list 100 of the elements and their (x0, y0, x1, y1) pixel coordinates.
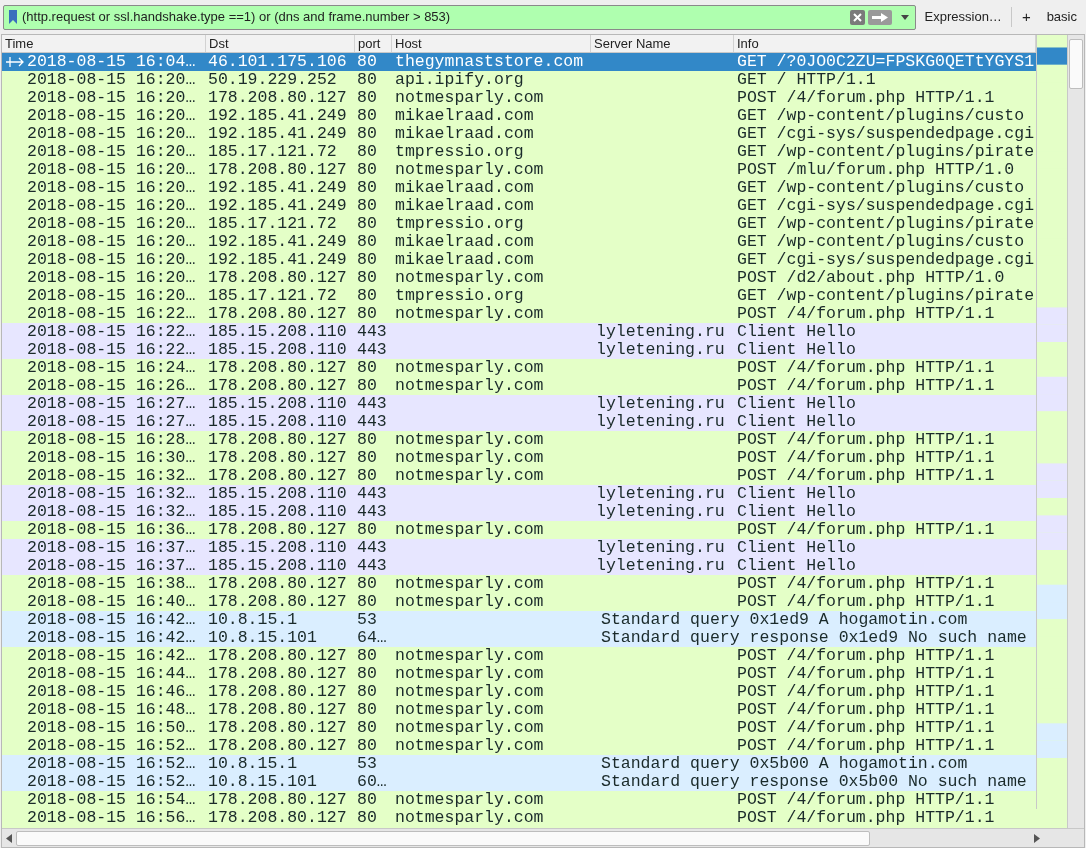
destination-cell-text: 185.15.208.110 (207, 485, 348, 503)
packet-row[interactable]: 2018-08-15 16:42… 10.8.15.1 53 Standard query 0x1ed9 A hogamotin.com (2, 611, 1036, 629)
vertical-scrollbar[interactable] (1067, 35, 1084, 828)
port-cell-text: 443 (356, 341, 388, 359)
port-cell-text: 80 (356, 647, 378, 665)
port-cell-text: 80 (356, 215, 378, 233)
host-cell: mikaelraad.com (395, 106, 534, 125)
port-cell-text: 80 (356, 737, 378, 755)
info-cell: Client Hello (737, 395, 856, 413)
time-cell-text: 2018-08-15 16:20… (27, 143, 197, 161)
column-header[interactable]: Dst (206, 35, 355, 52)
server-name-cell: lyletening.ru (596, 340, 725, 359)
packet-row[interactable]: 2018-08-15 16:52… 10.8.15.1 53 Standard query 0x5b00 A hogamotin.com (2, 755, 1036, 773)
bookmark-icon[interactable] (9, 10, 17, 24)
destination-cell-text: 178.208.80.127 (207, 791, 348, 809)
destination-cell-text: 178.208.80.127 (207, 593, 348, 611)
info-cell: Client Hello (737, 413, 856, 431)
packet-row[interactable]: 2018-08-15 16:04… 46.101.175.106 80 thegymnaststore.com GET /?0JO0C2ZU=FPSKG0QETtYGYS1 (2, 53, 1036, 71)
host-cell: notmesparly.com (395, 520, 544, 539)
port-cell-text: 443 (356, 539, 388, 557)
port-cell-text: 80 (356, 467, 378, 485)
packet-row[interactable]: 2018-08-15 16:27… 185.15.208.110 443 lyletening.ru Client Hello (2, 395, 1036, 413)
packet-row[interactable]: 2018-08-15 16:22… 185.15.208.110 443 lyletening.ru Client Hello (2, 323, 1036, 341)
time-cell-text: 2018-08-15 16:20… (27, 251, 197, 269)
packet-map-drawing[interactable] (1036, 35, 1067, 809)
info-cell: POST /4/forum.php HTTP/1.1 (737, 359, 995, 377)
port-cell-text: 80 (356, 143, 378, 161)
filter-label-button[interactable]: basic (1040, 7, 1083, 27)
host-cell: notmesparly.com (395, 736, 544, 755)
server-name-cell: lyletening.ru (596, 556, 725, 575)
destination-cell-text: 178.208.80.127 (207, 89, 348, 107)
time-cell-text: 2018-08-15 16:20… (27, 161, 197, 179)
destination-cell-text: 178.208.80.127 (207, 737, 348, 755)
info-cell-text: Standard query response 0x1ed9 No such name (600, 629, 1028, 647)
column-header[interactable]: Host (392, 35, 591, 52)
column-header[interactable]: port (355, 35, 392, 52)
column-header[interactable]: Time (2, 35, 206, 52)
info-cell: POST /4/forum.php HTTP/1.1 (737, 431, 995, 449)
time-cell-text: 2018-08-15 16:22… (27, 341, 197, 359)
scroll-right-icon[interactable] (1034, 833, 1040, 843)
time-cell-text: 2018-08-15 16:48… (27, 701, 197, 719)
destination-cell-text: 178.208.80.127 (207, 161, 348, 179)
clear-icon[interactable] (849, 9, 865, 25)
server-name-cell: lyletening.ru (596, 412, 725, 431)
destination-cell-text: 178.208.80.127 (207, 431, 348, 449)
packet-row[interactable]: 2018-08-15 16:37… 185.15.208.110 443 lyletening.ru Client Hello (2, 557, 1036, 575)
time-cell-text: 2018-08-15 16:22… (27, 305, 197, 323)
packet-row[interactable]: 2018-08-15 16:27… 185.15.208.110 443 lyletening.ru Client Hello (2, 413, 1036, 431)
info-cell: POST /d2/about.php HTTP/1.0 (737, 269, 1005, 287)
destination-cell-text: 185.15.208.110 (207, 539, 348, 557)
port-cell-text: 80 (356, 71, 378, 89)
packet-row[interactable]: 2018-08-15 16:37… 185.15.208.110 443 lyletening.ru Client Hello (2, 539, 1036, 557)
info-cell: Client Hello (737, 323, 856, 341)
time-cell-text: 2018-08-15 16:30… (27, 449, 197, 467)
destination-cell-text: 46.101.175.106 (207, 53, 348, 71)
time-cell-text: 2018-08-15 16:40… (27, 593, 197, 611)
port-cell-text: 443 (356, 395, 388, 413)
time-cell-text: 2018-08-15 16:26… (27, 377, 197, 395)
port-cell-text: 80 (356, 683, 378, 701)
scroll-left-icon[interactable] (6, 833, 12, 843)
info-cell: POST /4/forum.php HTTP/1.1 (737, 467, 995, 485)
info-cell: Client Hello (737, 539, 856, 557)
host-cell: notmesparly.com (395, 574, 544, 593)
column-header[interactable]: Server Name (591, 35, 734, 52)
info-cell: GET /wp-content/plugins/pirate (737, 143, 1035, 161)
destination-cell-text: 178.208.80.127 (207, 719, 348, 737)
time-cell-text: 2018-08-15 16:36… (27, 521, 197, 539)
packet-row[interactable]: 2018-08-15 16:52… 10.8.15.101 60… Standard query response 0x5b00 No such name (2, 773, 1036, 791)
time-cell-text: 2018-08-15 16:24… (27, 359, 197, 377)
time-cell-text: 2018-08-15 16:56… (27, 809, 197, 827)
port-cell-text: 80 (356, 809, 378, 827)
info-cell: POST /4/forum.php HTTP/1.1 (737, 665, 995, 683)
dropdown-caret-icon[interactable] (900, 14, 909, 20)
time-cell-text: 2018-08-15 16:50… (27, 719, 197, 737)
packet-row[interactable]: 2018-08-15 16:32… 185.15.208.110 443 lyletening.ru Client Hello (2, 485, 1036, 503)
time-cell-text: 2018-08-15 16:32… (27, 485, 197, 503)
scroll-thumb[interactable] (1069, 39, 1083, 89)
info-cell: POST /4/forum.php HTTP/1.1 (737, 647, 995, 665)
host-cell: api.ipify.org (395, 70, 524, 89)
scroll-thumb[interactable] (16, 830, 870, 846)
port-cell-text: 80 (356, 161, 378, 179)
info-cell-text: Standard query response 0x5b00 No such name (600, 773, 1028, 791)
time-cell-text: 2018-08-15 16:20… (27, 197, 197, 215)
packet-row[interactable]: 2018-08-15 16:42… 10.8.15.101 64… Standard query response 0x1ed9 No such name (2, 629, 1036, 647)
add-filter-button[interactable]: + (1017, 5, 1035, 29)
time-cell-text: 2018-08-15 16:22… (27, 323, 197, 341)
server-name-cell: lyletening.ru (596, 502, 725, 521)
expression-button[interactable]: Expression… (921, 7, 1005, 27)
info-cell: GET /cgi-sys/suspendedpage.cgi (737, 197, 1035, 215)
host-cell: notmesparly.com (395, 160, 544, 179)
packet-row[interactable]: 2018-08-15 16:32… 185.15.208.110 443 lyletening.ru Client Hello (2, 503, 1036, 521)
destination-cell-text: 50.19.229.252 (207, 71, 338, 89)
packet-row[interactable]: 2018-08-15 16:22… 185.15.208.110 443 lyletening.ru Client Hello (2, 341, 1036, 359)
column-header[interactable]: Info (734, 35, 1036, 52)
time-cell-text: 2018-08-15 16:38… (27, 575, 197, 593)
display-filter-field[interactable]: (http.request or ssl.handshake.type ==1) or (dns and frame.number > 853) (3, 4, 916, 30)
info-cell: Client Hello (737, 485, 856, 503)
port-cell-text: 80 (356, 521, 378, 539)
host-cell: notmesparly.com (395, 466, 544, 485)
horizontal-scrollbar[interactable] (2, 828, 1084, 847)
